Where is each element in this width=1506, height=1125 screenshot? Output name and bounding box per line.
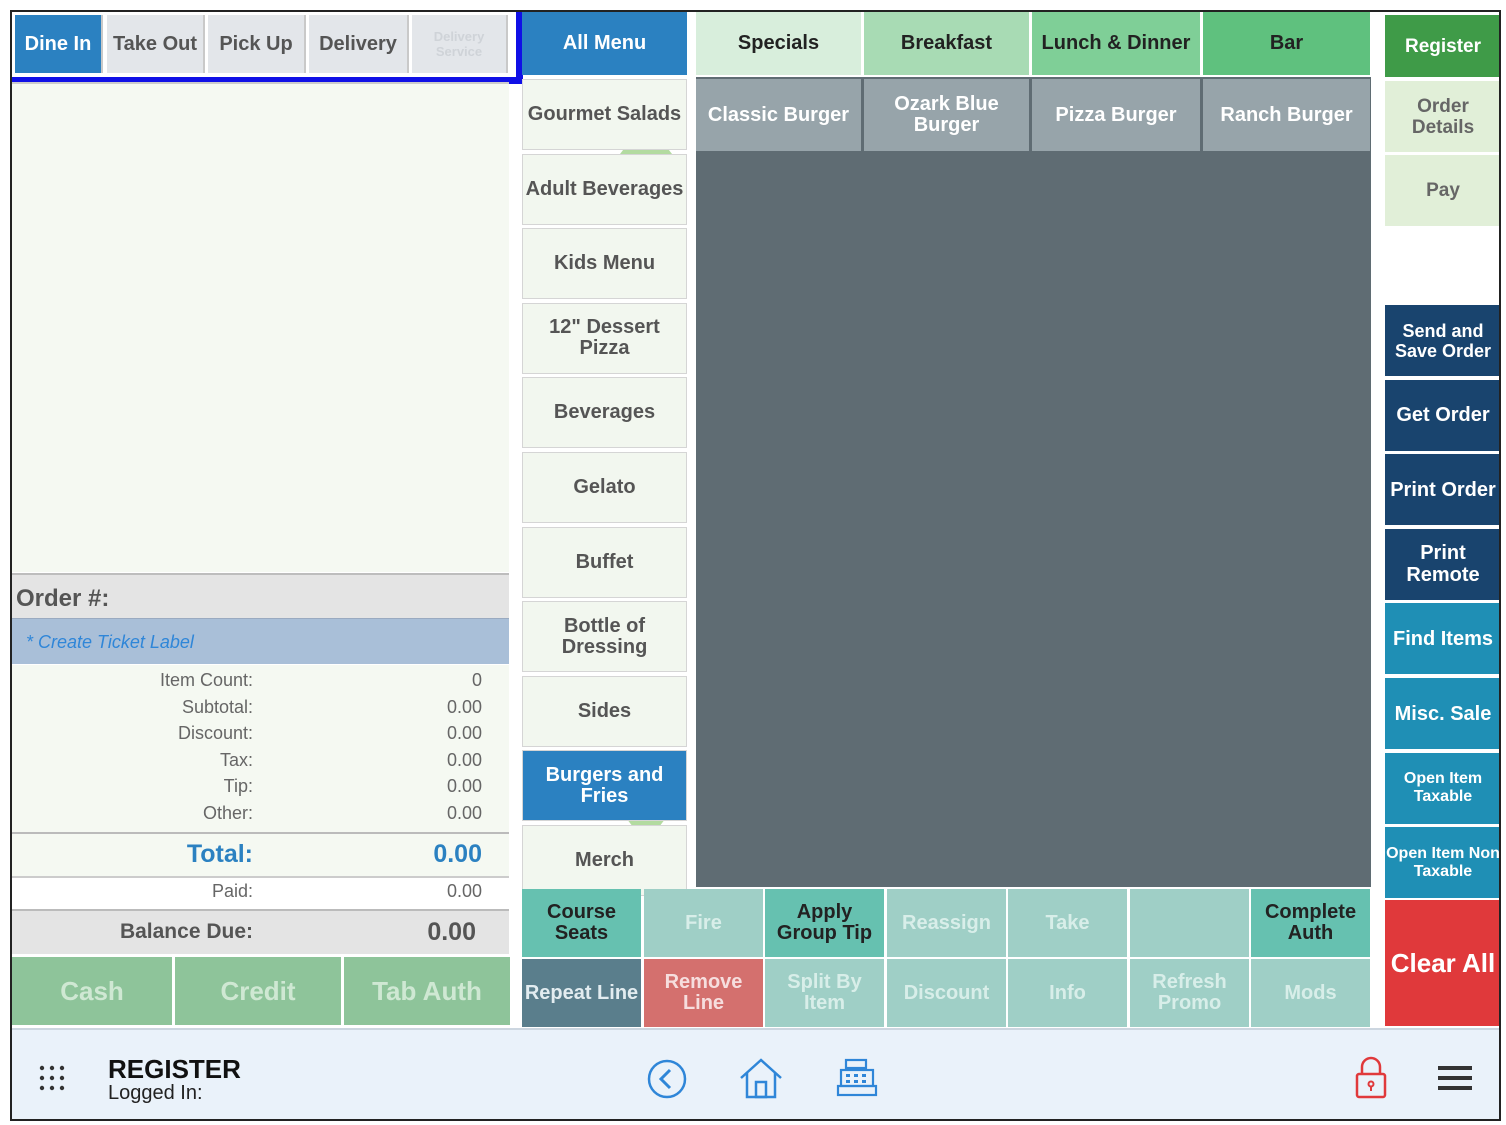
- category-adult-beverages[interactable]: Adult Beverages: [522, 153, 687, 225]
- pos-register-screen: Dine In Take Out Pick Up Delivery Delive…: [10, 10, 1501, 1121]
- action-info-button[interactable]: Info: [1008, 959, 1127, 1027]
- order-number-label: Order #:: [12, 573, 509, 618]
- create-ticket-label-field[interactable]: * Create Ticket Label: [12, 618, 509, 664]
- action-apply-group-tip-button[interactable]: Apply Group Tip: [765, 889, 884, 957]
- divider: [12, 876, 509, 878]
- category-gelato[interactable]: Gelato: [522, 452, 687, 523]
- send-and-save-order-button[interactable]: Send and Save Order: [1385, 305, 1499, 376]
- print-order-button[interactable]: Print Order: [1385, 454, 1499, 526]
- category-buffet[interactable]: Buffet: [522, 526, 687, 598]
- action-fire-button[interactable]: Fire: [644, 889, 763, 957]
- lock-icon[interactable]: [1354, 1056, 1388, 1100]
- back-icon[interactable]: [646, 1058, 688, 1100]
- open-item-non-taxable-button[interactable]: Open Item Non Taxable: [1385, 827, 1499, 899]
- order-items-area[interactable]: [12, 82, 509, 572]
- tab-take-out[interactable]: Take Out: [107, 15, 205, 73]
- register-button[interactable]: Register: [1385, 15, 1499, 77]
- category-beverages[interactable]: Beverages: [522, 377, 687, 449]
- category-merch[interactable]: Merch: [522, 825, 687, 896]
- summary-value-tax: 0.00: [446, 749, 482, 770]
- category-kids-menu[interactable]: Kids Menu: [522, 228, 687, 300]
- item-classic-burger[interactable]: Classic Burger: [696, 79, 861, 151]
- action-discount-button[interactable]: Discount: [887, 959, 1006, 1027]
- action-course-seats-button[interactable]: Course Seats: [522, 889, 641, 957]
- summary-label-discount: Discount:: [177, 723, 253, 743]
- cash-button[interactable]: Cash: [12, 957, 172, 1025]
- pay-button[interactable]: Pay: [1385, 155, 1499, 226]
- summary-label-tax: Tax:: [219, 749, 253, 770]
- group-breakfast[interactable]: Breakfast: [864, 12, 1029, 75]
- tab-auth-button[interactable]: Tab Auth: [344, 957, 510, 1025]
- tab-dine-in[interactable]: Dine In: [15, 15, 103, 73]
- action-split-by-item-button[interactable]: Split By Item: [765, 959, 884, 1027]
- item-ozark-blue-burger[interactable]: Ozark Blue Burger: [864, 79, 1029, 151]
- grid-icon[interactable]: [38, 1064, 68, 1094]
- action-blank-button[interactable]: [1130, 889, 1249, 957]
- tab-delivery-service[interactable]: Delivery Service: [412, 15, 508, 73]
- balance-label: Balance Due:: [119, 920, 253, 943]
- tab-pick-up[interactable]: Pick Up: [208, 15, 306, 73]
- paid-value: 0.00: [446, 881, 482, 901]
- summary-label-other: Other:: [202, 802, 253, 823]
- action-refresh-promo-button[interactable]: Refresh Promo: [1130, 959, 1249, 1027]
- action-repeat-line-button[interactable]: Repeat Line: [522, 959, 641, 1027]
- home-icon[interactable]: [738, 1056, 784, 1100]
- summary-value-discount: 0.00: [446, 723, 482, 743]
- tab-delivery[interactable]: Delivery: [309, 15, 409, 73]
- paid-label: Paid:: [211, 881, 253, 901]
- print-remote-button[interactable]: Print Remote: [1385, 528, 1499, 600]
- summary-value-subtotal: 0.00: [446, 696, 482, 717]
- category-burgers-and-fries[interactable]: Burgers and Fries: [522, 750, 687, 822]
- footer-subtitle: Logged In:: [108, 1082, 203, 1104]
- misc-sale-button[interactable]: Misc. Sale: [1385, 678, 1499, 749]
- group-bar[interactable]: Bar: [1203, 12, 1370, 75]
- hamburger-menu-icon[interactable]: [1438, 1064, 1474, 1092]
- summary-label-tip: Tip:: [223, 776, 253, 796]
- group-specials[interactable]: Specials: [696, 12, 861, 75]
- action-mods-button[interactable]: Mods: [1251, 959, 1370, 1027]
- summary-value-tip: 0.00: [446, 776, 482, 796]
- summary-label-subtotal: Subtotal:: [181, 696, 253, 717]
- item-pizza-burger[interactable]: Pizza Burger: [1032, 79, 1200, 151]
- total-label: Total:: [186, 840, 253, 868]
- credit-button[interactable]: Credit: [175, 957, 341, 1025]
- open-item-taxable-button[interactable]: Open Item Taxable: [1385, 752, 1499, 824]
- summary-value-other: 0.00: [446, 802, 482, 823]
- category-12-dessert-pizza[interactable]: 12" Dessert Pizza: [522, 302, 687, 374]
- summary-label-item-count: Item Count:: [159, 670, 253, 690]
- action-remove-line-button[interactable]: Remove Line: [644, 959, 763, 1027]
- clear-all-button[interactable]: Clear All: [1385, 900, 1499, 1026]
- cash-register-icon[interactable]: [836, 1056, 880, 1098]
- get-order-button[interactable]: Get Order: [1385, 379, 1499, 451]
- action-take-button[interactable]: Take: [1008, 889, 1127, 957]
- group-lunch-dinner[interactable]: Lunch & Dinner: [1032, 12, 1200, 75]
- footer-title: REGISTER: [108, 1054, 241, 1084]
- total-value: 0.00: [433, 840, 482, 868]
- category-gourmet-salads[interactable]: Gourmet Salads: [522, 79, 687, 150]
- action-reassign-button[interactable]: Reassign: [887, 889, 1006, 957]
- category-sides[interactable]: Sides: [522, 675, 687, 747]
- order-details-button[interactable]: Order Details: [1385, 81, 1499, 152]
- all-menu-button[interactable]: All Menu: [522, 12, 687, 75]
- action-complete-auth-button[interactable]: Complete Auth: [1251, 889, 1370, 957]
- category-bottle-of-dressing[interactable]: Bottle of Dressing: [522, 601, 687, 673]
- menu-items-panel: [696, 77, 1371, 887]
- summary-value-item-count: 0: [471, 670, 482, 690]
- balance-value: 0.00: [427, 918, 476, 946]
- find-items-button[interactable]: Find Items: [1385, 603, 1499, 675]
- item-ranch-burger[interactable]: Ranch Burger: [1203, 79, 1370, 151]
